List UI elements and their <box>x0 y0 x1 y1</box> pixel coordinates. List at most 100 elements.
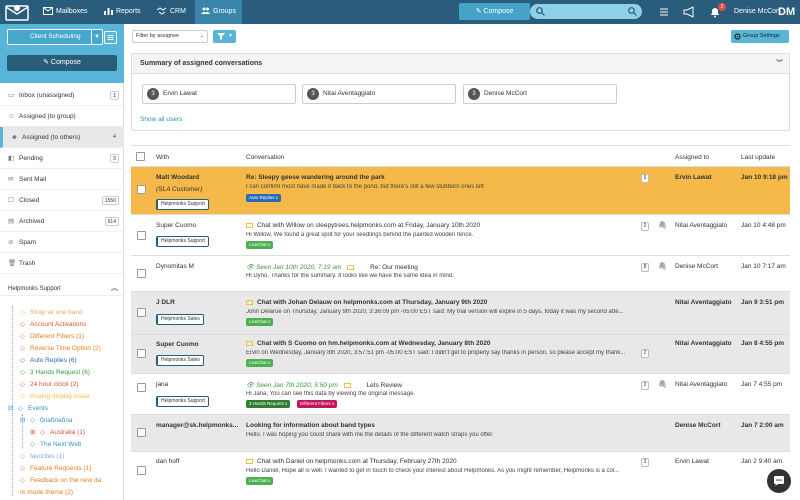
row-checkbox[interactable] <box>137 349 146 358</box>
column-header-last-update[interactable]: Last update <box>741 154 775 161</box>
folder-pending[interactable]: ◧ Pending 9 <box>0 148 124 169</box>
tag-item[interactable]: ◇ 3 Hands Request (6) <box>20 367 90 379</box>
row-assignee[interactable]: Nitai Aventaggiato <box>675 381 727 388</box>
chevron-down-icon[interactable]: ▼ <box>91 30 102 44</box>
row-assignee[interactable]: Denise McCort <box>675 263 718 270</box>
table-row[interactable]: Dynomitas M 👁 Seen Jan 10th 2020, 7:19 a… <box>131 256 790 291</box>
filter-button[interactable]: ▼ <box>213 30 236 43</box>
tags-section-header[interactable]: Helpmonks Support ︽ <box>0 282 124 296</box>
select-all-checkbox[interactable] <box>136 152 145 161</box>
table-row[interactable]: Super Cuomo Helpmonks Sales Chat with S … <box>131 335 790 373</box>
row-checkbox[interactable] <box>137 428 146 437</box>
row-checkbox[interactable] <box>137 383 146 392</box>
folder-archived[interactable]: ▤ Archived 614 <box>0 211 124 232</box>
label-chip[interactable]: LiveChat x <box>246 318 274 326</box>
chevron-up-icon[interactable]: ︽ <box>111 282 118 296</box>
tag-item[interactable]: ◇ The Next Web <box>30 439 81 451</box>
table-row[interactable]: jana Helpmonks Support 👁 Seen Jan 7th 20… <box>131 374 790 414</box>
chevron-down-icon[interactable]: ︾ <box>776 54 783 74</box>
row-contact-name[interactable]: Dynomitas M <box>156 263 194 270</box>
column-header-assigned[interactable]: Assigned to <box>675 154 709 161</box>
user-name[interactable]: Denise McCort <box>734 0 780 24</box>
row-subject[interactable]: Chat with Johan Delauw on helpmonks.com … <box>246 299 487 306</box>
tag-item-continued[interactable]: rk mode theme (2) <box>20 487 73 499</box>
folder-inbox-unassigned[interactable]: ▭ Inbox (unassigned) 1 <box>0 85 124 106</box>
row-subject[interactable]: Chat with Daniel on helpmonks.com at Thu… <box>246 458 457 465</box>
tag-item[interactable]: ◇ Feature Requests (1) <box>20 463 91 475</box>
avatar[interactable]: DM <box>778 0 795 24</box>
folder-closed[interactable]: ☐ Closed 1550 <box>0 190 124 211</box>
expand-plus-icon[interactable]: ⊞ <box>30 427 37 439</box>
mailbox-select[interactable]: Client Scheduling ▼ <box>7 29 103 45</box>
folder-list-toggle[interactable] <box>104 31 117 44</box>
row-assignee[interactable]: Nitai Aventaggiato <box>675 340 732 347</box>
tag-item[interactable]: ◇ Analog display issue <box>20 391 89 403</box>
label-chip[interactable]: 3 Hands Request x <box>246 400 291 408</box>
agent-summary-card[interactable]: 3 Denise McCort <box>463 84 617 104</box>
expand-minus-icon[interactable]: ⊟ <box>8 403 15 415</box>
row-checkbox[interactable] <box>137 231 146 240</box>
column-header-with[interactable]: With <box>156 154 169 161</box>
row-checkbox[interactable] <box>137 185 146 194</box>
search-input[interactable] <box>530 4 642 19</box>
folder-sent-mail[interactable]: ✉ Sent Mail <box>0 169 124 190</box>
show-all-users-link[interactable]: Show all users <box>140 116 182 123</box>
sidebar-compose-button[interactable]: ✎ Compose <box>7 55 117 71</box>
row-checkbox[interactable] <box>137 269 146 278</box>
row-assignee[interactable]: Denise McCort <box>675 422 721 429</box>
row-contact-name[interactable]: Matt Woodard <box>156 174 199 181</box>
row-contact-name[interactable]: dan hoff <box>156 458 179 465</box>
compose-button[interactable]: ✎ Compose <box>459 3 530 20</box>
filter-by-assignee-select[interactable]: Filter by assignee ⌄ <box>132 30 208 43</box>
megaphone-icon[interactable] <box>682 5 696 19</box>
helpmonks-logo-icon[interactable] <box>5 3 29 21</box>
table-row[interactable]: J DLR Helpmonks Sales Chat with Johan De… <box>131 292 790 334</box>
row-checkbox[interactable] <box>137 308 146 317</box>
group-settings-button[interactable]: Group Settings <box>731 30 789 43</box>
tag-item-folder[interactable]: ⊟ ◇ блаблабла <box>20 415 73 427</box>
label-chip[interactable]: LiveChat x <box>246 359 274 367</box>
table-row[interactable]: dan hoff Chat with Daniel on helpmonks.c… <box>131 452 790 500</box>
row-contact-name[interactable]: Super Cuomo <box>156 341 199 348</box>
row-assignee[interactable]: Ervin Lawat <box>675 174 711 181</box>
folder-assigned-to-others[interactable]: ☻ Assigned (to others) 4 <box>0 127 124 148</box>
label-chip[interactable]: Different Fibers x <box>297 400 338 408</box>
summary-header[interactable]: Summary of assigned conversations ︾ <box>132 54 789 74</box>
search-submit-icon[interactable] <box>628 7 637 16</box>
row-assignee[interactable]: Nitai Aventaggiato <box>675 299 732 306</box>
tag-item[interactable]: ◇ Reverse Time Option (2) <box>20 343 101 355</box>
agent-summary-card[interactable]: 3 Ervin Lawat <box>142 84 296 104</box>
row-contact-name[interactable]: manager@sk.helpmonks... <box>156 422 238 429</box>
folder-trash[interactable]: 🗑 Trash <box>0 253 124 274</box>
expand-minus-icon[interactable]: ⊟ <box>20 415 27 427</box>
row-subject[interactable]: Re: Sleepy geese wandering around the pa… <box>246 174 385 181</box>
tag-item[interactable]: ◇ favorites (1) <box>20 451 64 463</box>
tag-item[interactable]: ⊞ ◇ Australia (1) <box>30 427 85 439</box>
tag-item[interactable]: ◇ Strap w/ one hand <box>20 307 83 319</box>
row-contact-name[interactable]: Super Cuomo <box>156 222 196 229</box>
live-chat-button[interactable] <box>767 469 791 493</box>
row-contact-name[interactable]: J DLR <box>156 299 175 306</box>
row-subject[interactable]: 👁 Seen Jan 10th 2020, 7:19 am Re: Our me… <box>246 263 418 271</box>
nav-mailboxes[interactable]: Mailboxes <box>43 0 88 24</box>
row-subject[interactable]: Looking for information about band types <box>246 422 375 429</box>
tag-item[interactable]: ◇ Different Fibers (1) <box>20 331 84 343</box>
folder-spam[interactable]: ⊘ Spam <box>0 232 124 253</box>
list-settings-icon[interactable] <box>657 5 671 19</box>
row-subject[interactable]: Chat with Willow on sleepytrees.helpmonk… <box>246 222 480 229</box>
folder-assigned-to-group[interactable]: ☺ Assigned (to group) <box>0 106 124 127</box>
table-row[interactable]: manager@sk.helpmonks... Looking for info… <box>131 415 790 451</box>
tag-item[interactable]: ◇ Feedback on the new da <box>20 475 101 487</box>
tag-item[interactable]: ◇ 24 hour clock (2) <box>20 379 78 391</box>
row-subject[interactable]: 👁 Seen Jan 7th 2020, 5:50 pm Lets Review <box>246 381 402 389</box>
label-chip[interactable]: LiveChat x <box>246 241 274 249</box>
label-chip[interactable]: Auto Replies x <box>246 194 282 202</box>
table-row[interactable]: Super Cuomo Helpmonks Support Chat with … <box>131 215 790 255</box>
agent-summary-card[interactable]: 3 Nitai Aventaggiato <box>302 84 456 104</box>
row-subject[interactable]: Chat with S Cuomo on hm.helpmonks.com at… <box>246 340 490 347</box>
nav-crm[interactable]: CRM <box>157 0 186 24</box>
table-row[interactable]: Matt Woodard (SLA Customer) Helpmonks Su… <box>131 167 790 214</box>
column-header-conversation[interactable]: Conversation <box>246 154 284 161</box>
row-assignee[interactable]: Ervin Lawat <box>675 458 709 465</box>
row-checkbox[interactable] <box>137 466 146 475</box>
